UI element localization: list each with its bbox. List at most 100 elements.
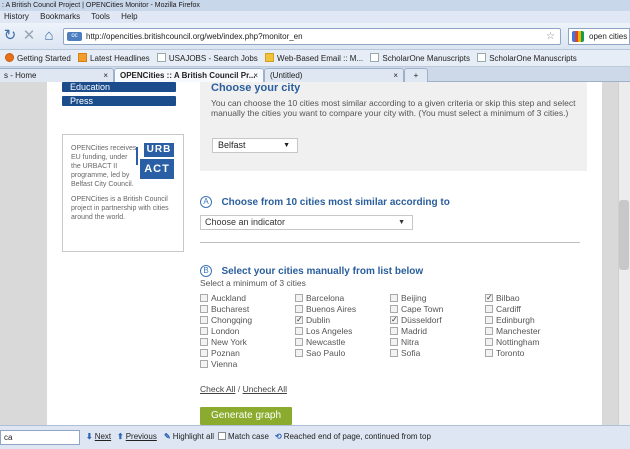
city-option[interactable]: Buenos Aires	[295, 304, 356, 315]
tab-opencities[interactable]: OPENCities :: A British Council Pr... ×	[114, 68, 264, 82]
address-bar[interactable]: oc http://opencities.britishcouncil.org/…	[63, 28, 561, 45]
city-checkbox[interactable]	[200, 327, 208, 335]
reload-icon[interactable]: ↻	[1, 27, 19, 45]
home-icon[interactable]: ⌂	[40, 27, 58, 45]
bookmark-scholarone-2[interactable]: ScholarOne Manuscripts	[477, 50, 577, 66]
city-label: Chongqing	[211, 315, 253, 325]
city-option[interactable]: Cardiff	[485, 304, 521, 315]
city-checkbox[interactable]	[200, 294, 208, 302]
city-option[interactable]: Bilbao	[485, 292, 520, 304]
city-option[interactable]: Bucharest	[200, 304, 249, 315]
bookmark-usajobs[interactable]: USAJOBS - Search Jobs	[156, 50, 258, 66]
find-input[interactable]: ca	[0, 430, 80, 445]
city-checkbox[interactable]	[200, 316, 208, 324]
sidebar-item-press[interactable]: Press	[62, 96, 176, 106]
city-checkbox[interactable]	[200, 349, 208, 357]
indicator-select[interactable]: Choose an indicator ▼	[200, 215, 413, 230]
menu-bookmarks[interactable]: Bookmarks	[40, 12, 80, 21]
bookmark-getting-started[interactable]: Getting Started	[5, 50, 71, 66]
bookmark-web-email[interactable]: Web-Based Email :: M...	[265, 50, 363, 66]
city-checkbox[interactable]	[200, 338, 208, 346]
menu-tools[interactable]: Tools	[91, 12, 110, 21]
city-checkbox[interactable]	[485, 316, 493, 324]
city-checkbox[interactable]	[295, 338, 303, 346]
city-label: Los Angeles	[306, 326, 353, 336]
city-checkbox[interactable]	[200, 360, 208, 368]
city-checkbox[interactable]	[485, 338, 493, 346]
city-checkbox[interactable]	[200, 305, 208, 313]
bookmarks-toolbar: Getting Started Latest Headlines USAJOBS…	[0, 50, 630, 67]
page-scrollbar[interactable]	[618, 82, 630, 425]
city-option[interactable]: London	[200, 326, 239, 337]
city-option[interactable]: Sofia	[390, 348, 420, 359]
menu-history[interactable]: History	[4, 12, 29, 21]
city-select[interactable]: Belfast ▼	[212, 138, 298, 153]
arrow-up-icon: ⬆	[117, 432, 124, 441]
uncheck-all-link[interactable]: Uncheck All	[243, 384, 287, 394]
city-checkbox[interactable]	[390, 327, 398, 335]
city-option[interactable]: Newcastle	[295, 337, 345, 348]
city-option[interactable]: Dublin	[295, 314, 330, 326]
scrollbar-thumb[interactable]	[619, 200, 629, 270]
generate-graph-button[interactable]: Generate graph	[200, 407, 292, 425]
city-checkbox[interactable]	[485, 292, 493, 303]
city-option[interactable]: Poznan	[200, 348, 240, 359]
city-option[interactable]: Edinburgh	[485, 315, 535, 326]
city-checkbox[interactable]	[485, 349, 493, 357]
new-tab-button[interactable]: +	[404, 68, 428, 82]
city-checkbox[interactable]	[390, 314, 398, 325]
check-all-link[interactable]: Check All	[200, 384, 235, 394]
city-checkbox[interactable]	[485, 327, 493, 335]
close-icon[interactable]: ×	[393, 69, 398, 82]
city-checkbox[interactable]	[295, 305, 303, 313]
city-checkbox[interactable]	[295, 294, 303, 302]
city-option[interactable]: New York	[200, 337, 247, 348]
bookmark-star-icon[interactable]: ☆	[546, 29, 555, 44]
bookmark-scholarone-1[interactable]: ScholarOne Manuscripts	[370, 50, 470, 66]
city-option[interactable]: Toronto	[485, 348, 524, 359]
highlight-all-button[interactable]: ✎ Highlight all	[164, 426, 214, 448]
close-icon[interactable]: ×	[103, 69, 108, 82]
city-option[interactable]: Nitra	[390, 337, 419, 348]
city-option[interactable]: Nottingham	[485, 337, 539, 348]
city-option[interactable]: Chongqing	[200, 315, 252, 326]
city-checkbox[interactable]	[390, 338, 398, 346]
city-checkbox[interactable]	[390, 349, 398, 357]
city-option[interactable]: Sao Paulo	[295, 348, 345, 359]
match-case-checkbox[interactable]: Match case	[218, 426, 269, 448]
menu-help[interactable]: Help	[121, 12, 137, 21]
find-previous-button[interactable]: ⬆ Previous	[117, 426, 157, 448]
city-checkbox[interactable]	[295, 327, 303, 335]
tab-home[interactable]: s - Home ×	[0, 68, 114, 82]
city-checkbox[interactable]	[295, 349, 303, 357]
city-option[interactable]: Beijing	[390, 293, 427, 304]
search-engine-icon[interactable]	[572, 31, 584, 42]
city-checkbox[interactable]	[485, 305, 493, 313]
city-option[interactable]: Vienna	[200, 359, 237, 370]
city-checkbox[interactable]	[390, 294, 398, 302]
close-icon[interactable]: ×	[253, 69, 258, 82]
city-option[interactable]: Düsseldorf	[390, 314, 442, 326]
city-label: Barcelona	[306, 293, 345, 303]
search-input[interactable]: open cities	[568, 28, 630, 45]
bookmark-latest-headlines[interactable]: Latest Headlines	[78, 50, 150, 66]
tab-untitled[interactable]: (Untitled) ×	[264, 68, 404, 82]
city-option[interactable]: Barcelona	[295, 293, 344, 304]
stop-icon[interactable]: ✕	[20, 27, 38, 45]
city-label: Toronto	[496, 348, 525, 358]
find-bar: ca ⬇ Next ⬆ Previous ✎ Highlight all Match …	[0, 425, 630, 449]
city-option[interactable]: Cape Town	[390, 304, 443, 315]
city-label: Bucharest	[211, 304, 250, 314]
choose-city-panel: Choose your city You can choose the 10 c…	[200, 82, 587, 171]
city-option[interactable]: Auckland	[200, 293, 246, 304]
city-checkbox[interactable]	[390, 305, 398, 313]
city-checkbox[interactable]	[295, 314, 303, 325]
city-option[interactable]: Madrid	[390, 326, 427, 337]
sidebar-item-education[interactable]: Education	[62, 82, 176, 92]
city-option[interactable]: Los Angeles	[295, 326, 352, 337]
find-status: ⟲ Reached end of page, continued from top	[275, 432, 431, 441]
find-next-button[interactable]: ⬇ Next	[86, 426, 111, 448]
city-option[interactable]: Manchester	[485, 326, 540, 337]
site-identity-icon[interactable]: oc	[67, 32, 82, 41]
city-label: Nitra	[401, 337, 419, 347]
